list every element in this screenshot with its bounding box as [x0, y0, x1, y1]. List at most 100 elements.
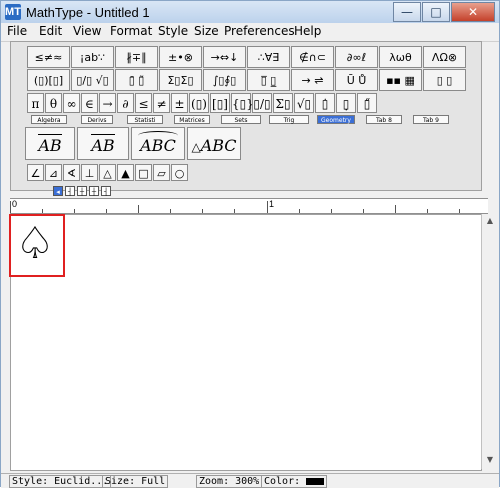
- element-of-button[interactable]: ∈: [81, 93, 98, 113]
- pi-symbol-button[interactable]: π: [27, 93, 44, 113]
- sub-superscript-button[interactable]: ▯̋: [357, 93, 377, 113]
- close-button[interactable]: ✕: [451, 2, 495, 22]
- status-color: Color:: [261, 475, 328, 488]
- tab-sets[interactable]: Sets: [221, 115, 261, 124]
- menu-size[interactable]: Size: [194, 24, 219, 38]
- color-swatch: [306, 477, 325, 485]
- tab-matrices[interactable]: Matrices: [174, 115, 210, 124]
- tab-geometry[interactable]: Geometry: [317, 115, 355, 124]
- ruler-tick: [74, 209, 75, 213]
- set-theory-palette[interactable]: ∉∩⊂: [291, 46, 334, 68]
- template-arc-abc[interactable]: ABC: [131, 127, 185, 160]
- equation-editor-area[interactable]: [10, 214, 482, 471]
- logical-palette[interactable]: ∴∀∃: [247, 46, 290, 68]
- template-triangle-abc-label: ABC: [200, 136, 237, 155]
- misc-symbols-palette[interactable]: ∂∞ℓ: [335, 46, 378, 68]
- perpendicular-icon[interactable]: ⊥: [81, 164, 98, 181]
- window-title: MathType - Untitled 1: [26, 5, 150, 20]
- ruler-tick: [42, 209, 43, 213]
- fraction-button[interactable]: ▯/▯: [252, 93, 272, 113]
- summations-palette[interactable]: Σ▯Σ▯: [159, 69, 202, 91]
- template-arrow-ab[interactable]: AB: [25, 127, 75, 160]
- parallelogram-icon[interactable]: ▱: [153, 164, 170, 181]
- ruler-tick: [395, 205, 396, 213]
- measured-angle-icon[interactable]: ∢: [63, 164, 80, 181]
- status-style: Style: Euclid...: [9, 475, 112, 488]
- angle-icon[interactable]: ∠: [27, 164, 44, 181]
- braces-button[interactable]: {▯}: [231, 93, 254, 113]
- menu-format[interactable]: Format: [110, 24, 152, 38]
- ruler[interactable]: 0 1: [10, 198, 488, 214]
- bars-palette[interactable]: ▯̅ ▯̲: [247, 69, 290, 91]
- ruler-tick: [267, 201, 268, 213]
- ruler-tick: [234, 209, 235, 213]
- ruler-mark-1: 1: [269, 199, 275, 209]
- brackets-button[interactable]: [▯]: [210, 93, 230, 113]
- embellishments-palette[interactable]: ∦∓∥: [115, 46, 158, 68]
- subscript-button[interactable]: ▯̣: [336, 93, 356, 113]
- tab-stop-decimal-button[interactable]: ┤: [101, 186, 111, 196]
- vertical-scrollbar[interactable]: ▲ ▼: [481, 214, 498, 469]
- menu-style[interactable]: Style: [158, 24, 188, 38]
- scroll-down-arrow-icon[interactable]: ▼: [484, 455, 496, 467]
- template-triangle-abc[interactable]: △ABC: [187, 127, 241, 160]
- fences-palette[interactable]: (▯)[▯]: [27, 69, 70, 91]
- mathtype-window: MT MathType - Untitled 1 — □ ✕ File Edit…: [0, 0, 500, 488]
- ruler-tick: [170, 209, 171, 213]
- triangle-icon[interactable]: △: [99, 164, 116, 181]
- menu-view[interactable]: View: [73, 24, 101, 38]
- fractions-radicals-palette[interactable]: ▯/▯ √▯: [71, 69, 114, 91]
- operators-palette[interactable]: ±•⊗: [159, 46, 202, 68]
- ruler-tick: [202, 209, 203, 213]
- square-root-button[interactable]: √▯: [294, 93, 314, 113]
- spade-symbol[interactable]: ♤: [15, 219, 55, 269]
- plus-minus-button[interactable]: ±: [171, 93, 188, 113]
- less-equal-button[interactable]: ≤: [135, 93, 152, 113]
- tab-statistics[interactable]: Statisti: [127, 115, 163, 124]
- not-equal-button[interactable]: ≠: [153, 93, 170, 113]
- spaces-ellipses-palette[interactable]: ¡ab∵: [71, 46, 114, 68]
- ruler-tick: [106, 209, 107, 213]
- tab-trig[interactable]: Trig: [269, 115, 309, 124]
- tab-stop-right-button[interactable]: ┼: [77, 186, 87, 196]
- right-arrow-button[interactable]: →: [99, 93, 116, 113]
- menu-edit[interactable]: Edit: [39, 24, 62, 38]
- greek-upper-palette[interactable]: ΛΩ⊗: [423, 46, 466, 68]
- products-palette[interactable]: Ū Ů: [335, 69, 378, 91]
- scripts-palette[interactable]: ▯̄ ▯̃: [115, 69, 158, 91]
- parentheses-button[interactable]: (▯): [189, 93, 209, 113]
- labeled-arrows-palette[interactable]: → ⇌: [291, 69, 334, 91]
- menu-help[interactable]: Help: [294, 24, 321, 38]
- ruler-tick: [363, 209, 364, 213]
- menu-file[interactable]: File: [7, 24, 27, 38]
- tab-9[interactable]: Tab 9: [413, 115, 449, 124]
- arrows-palette[interactable]: →⇔↓: [203, 46, 246, 68]
- matrices-palette[interactable]: ▪▪ ▦: [379, 69, 422, 91]
- maximize-button[interactable]: □: [422, 2, 450, 22]
- tab-algebra[interactable]: Algebra: [31, 115, 67, 124]
- minimize-button[interactable]: —: [393, 2, 421, 22]
- ruler-tick: [459, 209, 460, 213]
- integrals-palette[interactable]: ∫▯∮▯: [203, 69, 246, 91]
- tab-8[interactable]: Tab 8: [366, 115, 402, 124]
- circle-icon[interactable]: ○: [171, 164, 188, 181]
- tab-stop-relation-button[interactable]: ┼: [89, 186, 99, 196]
- tab-stop-center-button[interactable]: ┤: [65, 186, 75, 196]
- square-icon[interactable]: □: [135, 164, 152, 181]
- filled-triangle-icon[interactable]: ▲: [117, 164, 134, 181]
- theta-symbol-button[interactable]: θ: [45, 93, 62, 113]
- tab-stop-left-button[interactable]: ◂: [53, 186, 63, 196]
- infinity-symbol-button[interactable]: ∞: [63, 93, 80, 113]
- right-triangle-icon[interactable]: ⊿: [45, 164, 62, 181]
- template-bar-ab[interactable]: AB: [77, 127, 129, 160]
- superscript-button[interactable]: ▯̇: [315, 93, 335, 113]
- menu-preferences[interactable]: Preferences: [224, 24, 295, 38]
- partial-button[interactable]: ∂: [117, 93, 134, 113]
- greek-lower-palette[interactable]: λωθ: [379, 46, 422, 68]
- relations-palette[interactable]: ≤≠≈: [27, 46, 70, 68]
- boxes-palette[interactable]: ▯ ▯: [423, 69, 466, 91]
- summation-button[interactable]: Σ▯: [273, 93, 293, 113]
- scroll-up-arrow-icon[interactable]: ▲: [484, 216, 496, 228]
- tab-derivs[interactable]: Derivs: [81, 115, 113, 124]
- ruler-tick: [427, 209, 428, 213]
